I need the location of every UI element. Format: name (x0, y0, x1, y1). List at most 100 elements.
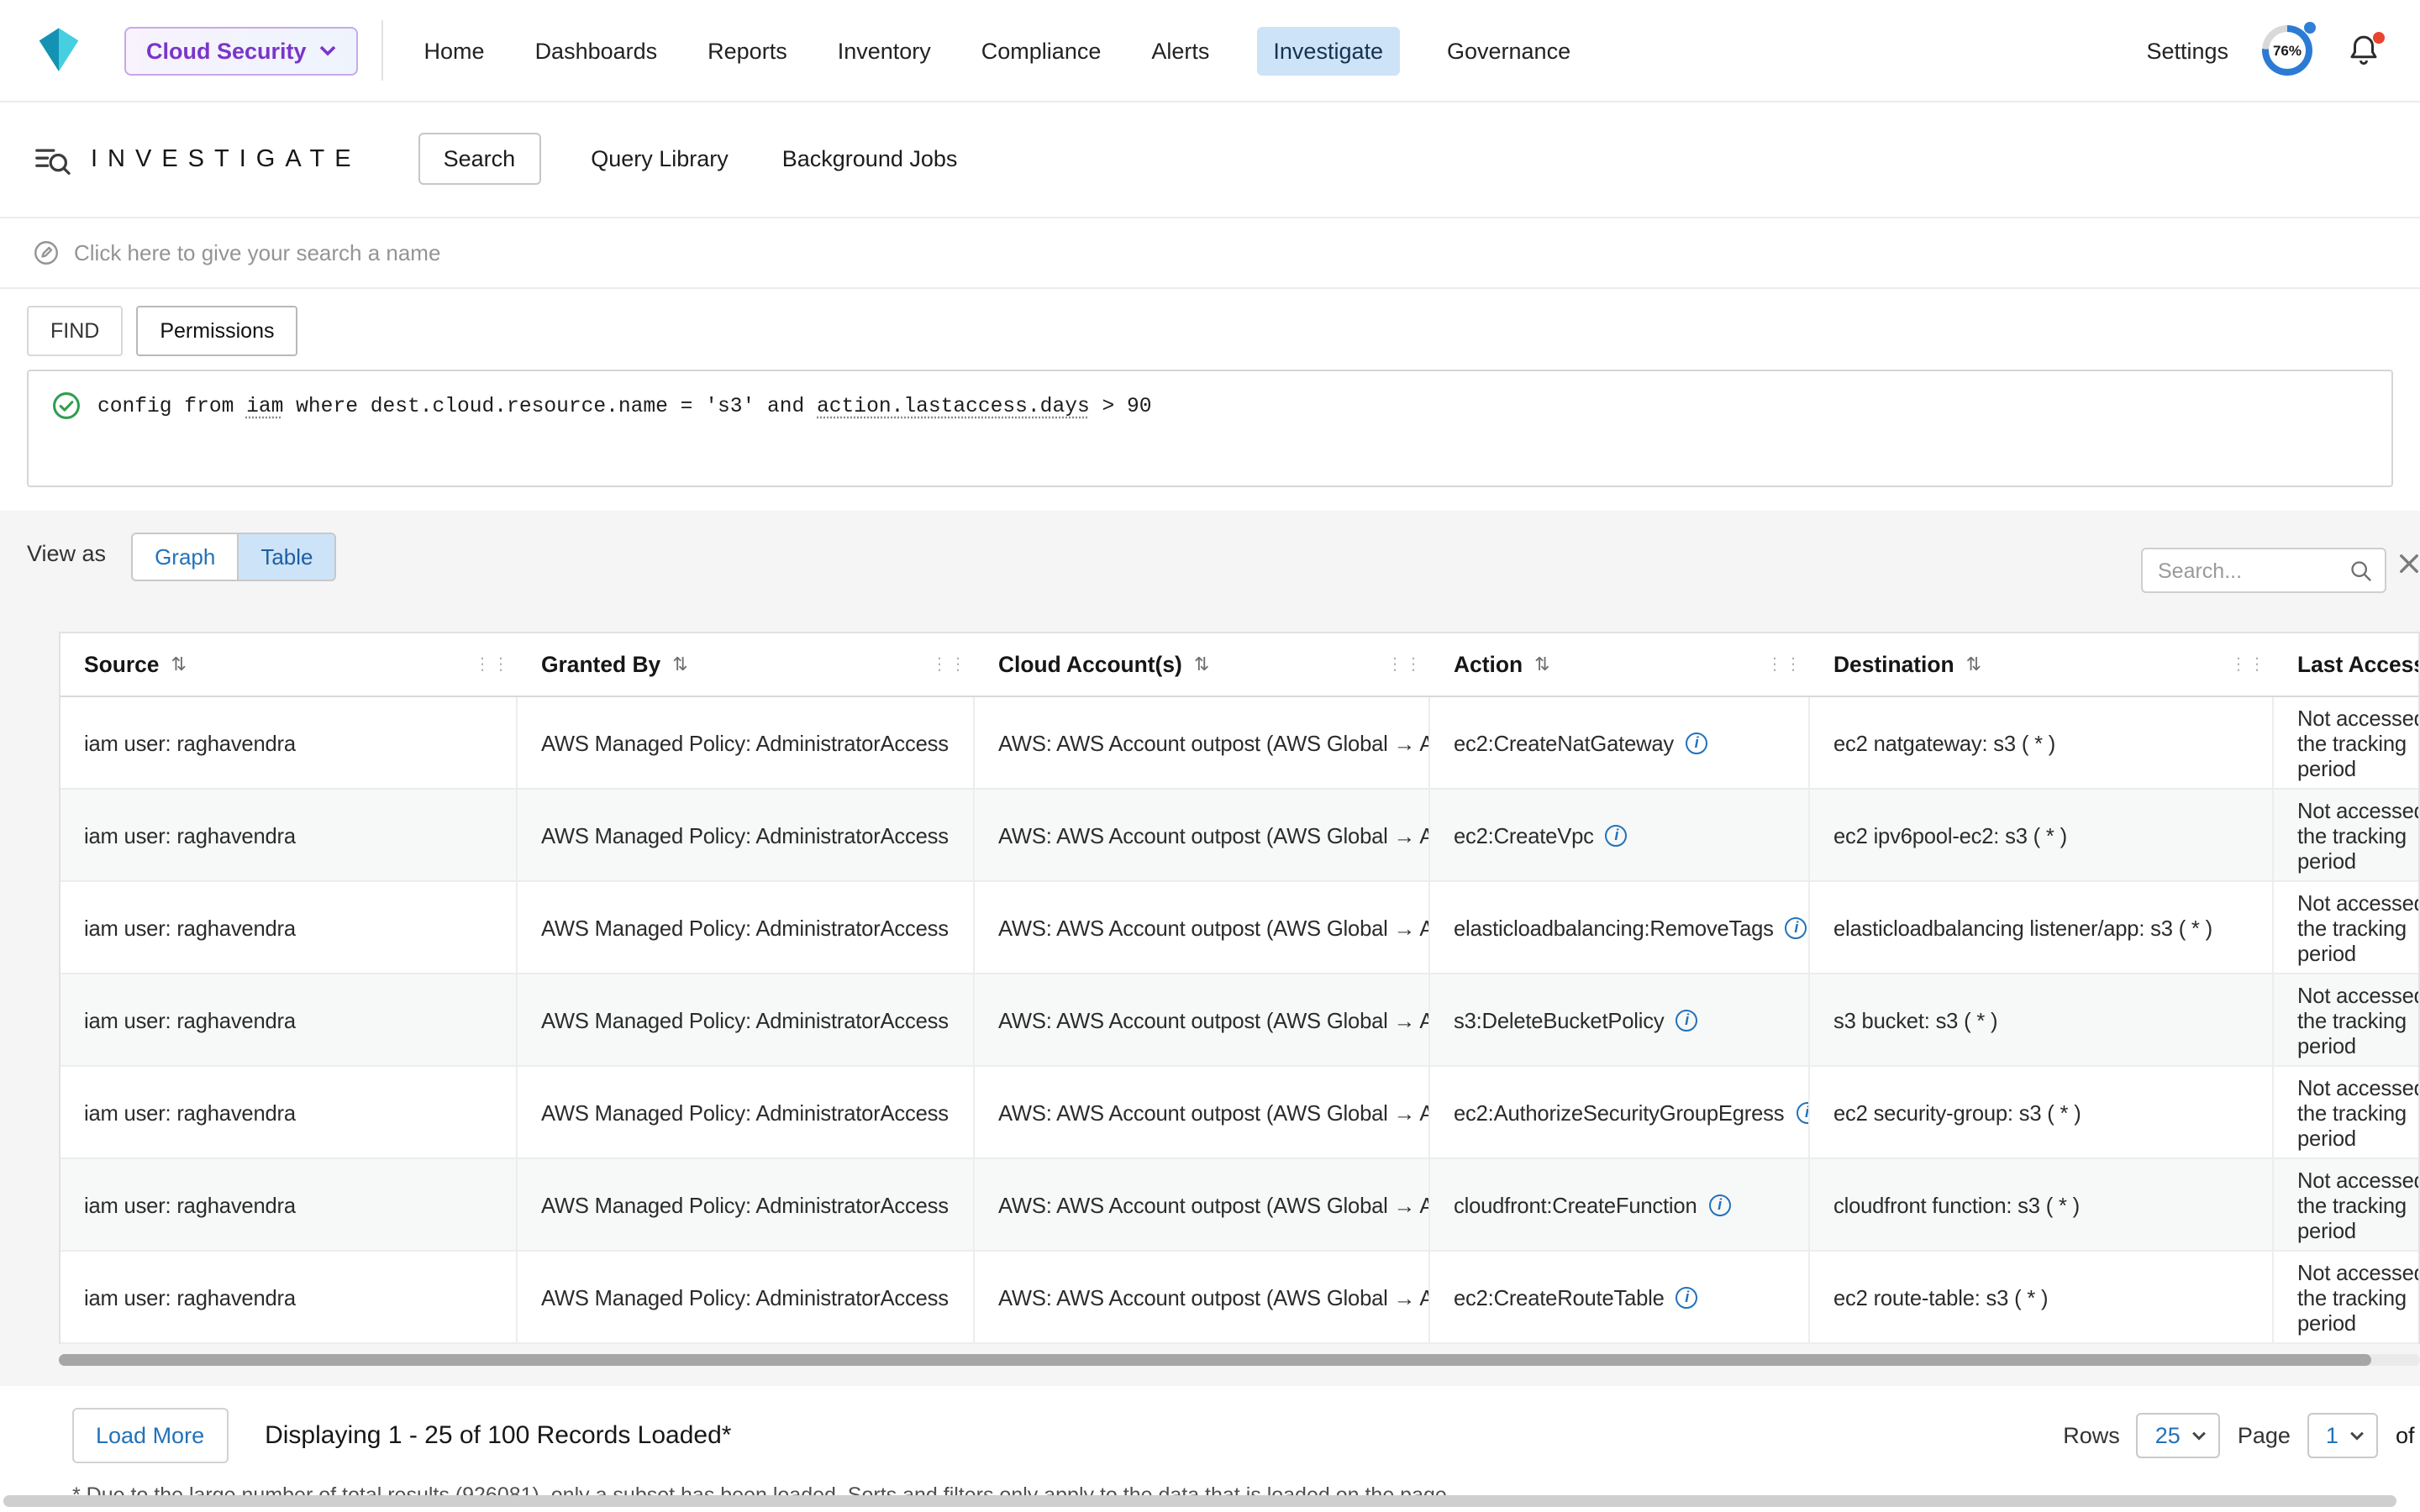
info-icon[interactable]: i (1676, 1286, 1698, 1308)
usage-badge[interactable]: 76% (2262, 25, 2312, 76)
granted-by-cell: AWS Managed Policy: AdministratorAccess (518, 1067, 975, 1158)
nav-item-home[interactable]: Home (421, 26, 488, 75)
query-editor[interactable]: config from iam where dest.cloud.resourc… (27, 370, 2393, 487)
action-label: ec2:AuthorizeSecurityGroupEgress (1454, 1100, 1784, 1125)
table-row[interactable]: iam user: raghavendraAWS Managed Policy:… (60, 1252, 2420, 1344)
nav-item-inventory[interactable]: Inventory (834, 26, 934, 75)
pagination-controls: Rows 25 Page 1 of 4 (2063, 1413, 2420, 1458)
search-icon[interactable] (2349, 559, 2373, 582)
granted-by-cell: AWS Managed Policy: AdministratorAccess (518, 974, 975, 1065)
action-cell: s3:DeleteBucketPolicy i (1430, 974, 1810, 1065)
last-access-cell: Not accessed in the tracking period (2274, 697, 2420, 788)
column-grip-icon[interactable]: ⋮⋮ (2230, 655, 2267, 674)
scrollbar-thumb[interactable] (59, 1354, 2371, 1366)
load-more-button[interactable]: Load More (72, 1408, 228, 1463)
table-row[interactable]: iam user: raghavendraAWS Managed Policy:… (60, 1067, 2420, 1159)
table-row[interactable]: iam user: raghavendraAWS Managed Policy:… (60, 1159, 2420, 1252)
view-as-table-button[interactable]: Table (237, 533, 336, 581)
top-nav: Cloud Security Home Dashboards Reports Inve… (0, 0, 2420, 101)
column-grip-icon[interactable]: ⋮⋮ (1386, 655, 1423, 674)
rows-label: Rows (2063, 1423, 2120, 1448)
cloud-accounts-cell: AWS: AWS Account outpost (AWS Global → A… (975, 974, 1430, 1065)
nav-item-investigate[interactable]: Investigate (1256, 26, 1400, 75)
query-tab-find[interactable]: FIND (27, 306, 123, 356)
action-label: s3:DeleteBucketPolicy (1454, 1007, 1664, 1032)
sort-icon[interactable]: ⇅ (1194, 654, 1209, 675)
view-as-label: View as (27, 541, 106, 566)
action-cell: ec2:AuthorizeSecurityGroupEgress i (1430, 1067, 1810, 1158)
edit-pencil-icon (34, 240, 59, 265)
query-token: where dest.cloud.resource.name = 's3' an… (283, 395, 817, 418)
destination-cell: ec2 route-table: s3 ( * ) (1810, 1252, 2274, 1342)
app-logo-icon (34, 25, 84, 76)
source-cell: iam user: raghavendra (60, 790, 518, 880)
table-search-input[interactable] (2154, 557, 2349, 584)
table-row[interactable]: iam user: raghavendraAWS Managed Policy:… (60, 882, 2420, 974)
action-label: ec2:CreateVpc (1454, 822, 1594, 848)
product-switcher[interactable]: Cloud Security (124, 26, 359, 75)
query-token: config from (97, 395, 246, 418)
column-header-granted-by[interactable]: Granted By ⇅ ⋮⋮ (518, 633, 975, 696)
column-grip-icon[interactable]: ⋮⋮ (1766, 655, 1803, 674)
info-icon[interactable]: i (1786, 916, 1807, 938)
column-label: Last Access (2297, 652, 2420, 677)
sort-icon[interactable]: ⇅ (672, 654, 687, 675)
info-icon[interactable]: i (1709, 1194, 1731, 1215)
investigate-tab-search[interactable]: Search (418, 133, 541, 185)
usage-badge-dot (2304, 22, 2316, 34)
query-tab-permissions[interactable]: Permissions (136, 306, 297, 356)
nav-item-alerts[interactable]: Alerts (1148, 26, 1213, 75)
column-label: Granted By (541, 652, 660, 677)
column-grip-icon[interactable]: ⋮⋮ (474, 655, 511, 674)
rows-per-page-select[interactable]: 25 (2137, 1413, 2221, 1458)
app: Cloud Security Home Dashboards Reports Inve… (0, 0, 2420, 1512)
column-header-source[interactable]: Source⇅⋮⋮ (60, 633, 518, 696)
info-icon[interactable]: i (1796, 1101, 1810, 1123)
info-icon[interactable]: i (1676, 1009, 1697, 1031)
query-token-underlined: iam (246, 395, 283, 418)
nav-item-compliance[interactable]: Compliance (978, 26, 1105, 75)
granted-by-cell: AWS Managed Policy: AdministratorAccess (518, 790, 975, 880)
cloud-accounts-cell: AWS: AWS Account outpost (AWS Global → A… (975, 882, 1430, 973)
destination-cell: cloudfront function: s3 ( * ) (1810, 1159, 2274, 1250)
column-label: Cloud Account(s) (998, 652, 1182, 677)
table-header-row: Source⇅⋮⋮Granted By⇅⋮⋮Cloud Account(s)⇅⋮… (60, 633, 2420, 697)
column-header-destination[interactable]: Destination⇅⋮⋮ (1810, 633, 2274, 696)
investigate-tab-background-jobs[interactable]: Background Jobs (779, 134, 961, 183)
settings-link[interactable]: Settings (2146, 38, 2228, 63)
action-label: elasticloadbalancing:RemoveTags (1454, 915, 1774, 940)
source-cell: iam user: raghavendra (60, 1067, 518, 1158)
column-header-last-access[interactable]: Last Access⇅⋮⋮ (2274, 633, 2420, 696)
table-row[interactable]: iam user: raghavendraAWS Managed Policy:… (60, 697, 2420, 790)
column-header-cloud-account-s[interactable]: Cloud Account(s) ⇅ ⋮⋮ (975, 633, 1430, 696)
table-row[interactable]: iam user: raghavendraAWS Managed Policy:… (60, 790, 2420, 882)
nav-item-dashboards[interactable]: Dashboards (532, 26, 661, 75)
table-row[interactable]: iam user: raghavendraAWS Managed Policy:… (60, 974, 2420, 1067)
view-toggle: GraphTable (131, 533, 336, 581)
nav-right: Settings 76% (2146, 25, 2383, 76)
column-header-action[interactable]: Action⇅⋮⋮ (1430, 633, 1810, 696)
table-horizontal-scrollbar[interactable] (59, 1354, 2420, 1366)
last-access-cell: Not accessed in the tracking period (2274, 1067, 2420, 1158)
chevron-down-icon (2350, 1431, 2365, 1441)
destination-cell: ec2 natgateway: s3 ( * ) (1810, 697, 2274, 788)
nav-item-governance[interactable]: Governance (1444, 26, 1574, 75)
action-cell: elasticloadbalancing:RemoveTags i (1430, 882, 1810, 973)
info-icon[interactable]: i (1606, 824, 1628, 846)
view-as-graph-button[interactable]: Graph (131, 533, 237, 581)
search-name-field[interactable]: Click here to give your search a name (0, 218, 2420, 289)
page-horizontal-scrollbar[interactable] (3, 1495, 2396, 1507)
sort-icon[interactable]: ⇅ (1966, 654, 1981, 675)
column-grip-icon[interactable]: ⋮⋮ (931, 655, 968, 674)
info-icon[interactable]: i (1686, 732, 1707, 753)
table-search-box (2141, 548, 2386, 593)
clear-search-icon[interactable] (2398, 553, 2420, 575)
investigate-tab-query-library[interactable]: Query Library (587, 134, 732, 183)
action-label: ec2:CreateNatGateway (1454, 730, 1674, 755)
sort-icon[interactable]: ⇅ (171, 654, 186, 675)
notifications-bell-icon[interactable] (2346, 32, 2383, 69)
page-select[interactable]: 1 (2307, 1413, 2379, 1458)
sort-icon[interactable]: ⇅ (1534, 654, 1549, 675)
nav-item-reports[interactable]: Reports (704, 26, 791, 75)
source-cell: iam user: raghavendra (60, 1159, 518, 1250)
